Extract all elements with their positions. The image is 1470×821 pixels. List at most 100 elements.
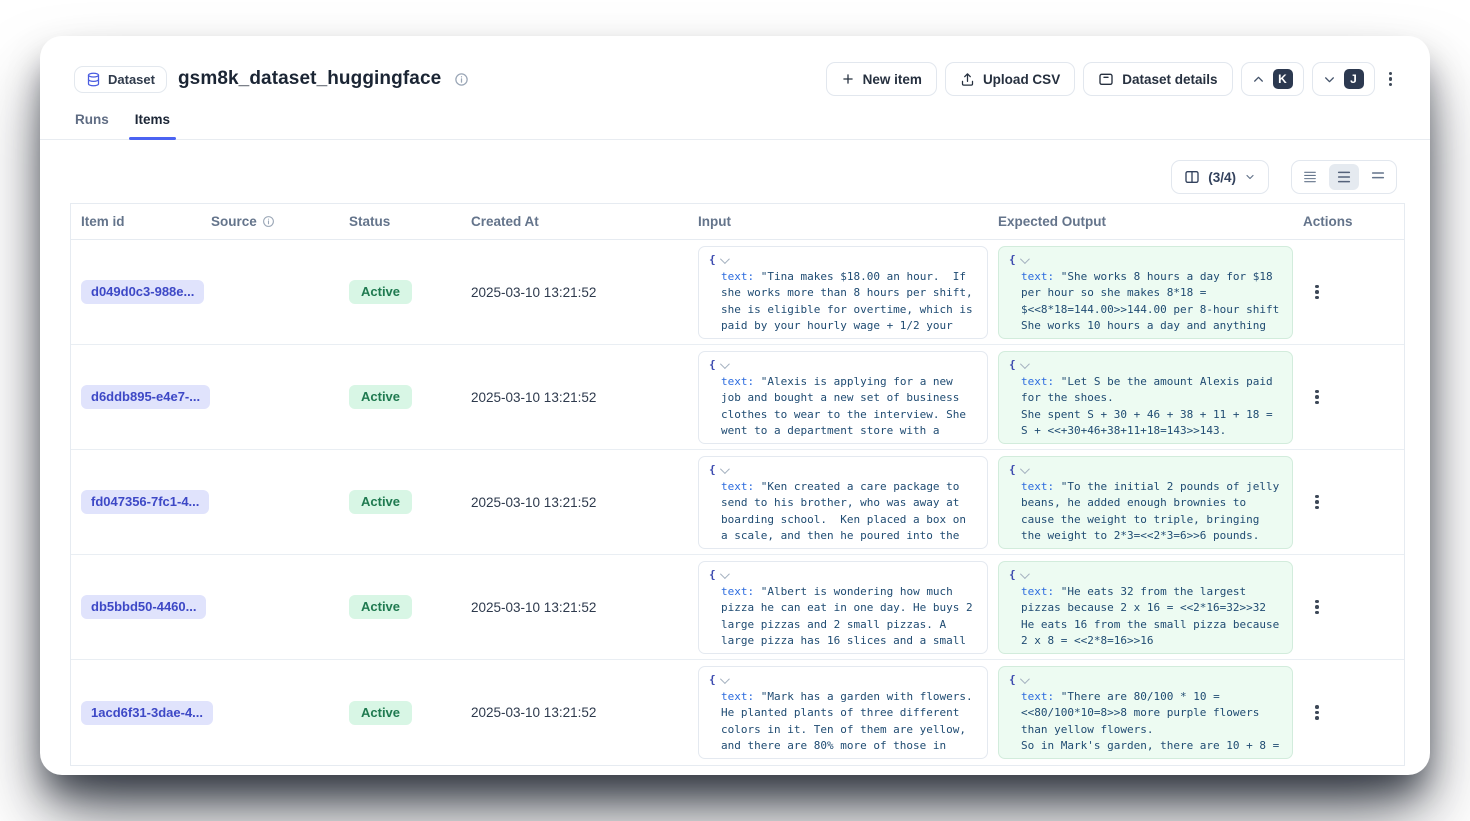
row-actions-button[interactable] [1309, 594, 1325, 621]
collapse-chevron-icon[interactable] [1020, 569, 1030, 579]
json-open-brace: { [1009, 357, 1016, 374]
json-open-brace: { [709, 567, 716, 584]
source-info-icon[interactable] [262, 215, 275, 228]
table-toolbar: (3/4) [40, 160, 1397, 194]
dataset-type-label: Dataset [108, 72, 155, 87]
dataset-type-badge: Dataset [74, 66, 167, 93]
row-height-compact-button[interactable] [1295, 164, 1325, 190]
columns-visibility-button[interactable]: (3/4) [1171, 160, 1269, 194]
collapse-chevron-icon[interactable] [1020, 674, 1030, 684]
tab-items[interactable]: Items [135, 112, 170, 139]
shortcut-badge-j: J [1344, 69, 1364, 89]
plus-icon [841, 72, 855, 86]
input-cell[interactable]: { text: "Mark has a garden with flowers.… [698, 666, 988, 759]
row-height-large-button[interactable] [1363, 164, 1393, 190]
input-cell[interactable]: { text: "Ken created a care package to s… [698, 456, 988, 549]
item-id-badge[interactable]: d6ddb895-e4e7-... [81, 385, 210, 409]
item-id-badge[interactable]: d049d0c3-988e... [81, 280, 204, 304]
json-open-brace: { [709, 462, 716, 479]
next-item-button[interactable]: J [1312, 62, 1375, 96]
column-header-status[interactable]: Status [349, 204, 471, 239]
expected-output-cell[interactable]: { text: "She works 8 hours a day for $18… [998, 246, 1293, 339]
upload-csv-button[interactable]: Upload CSV [945, 62, 1075, 96]
table-row: fd047356-7fc1-4... Active 2025-03-10 13:… [71, 450, 1404, 555]
upload-icon [960, 72, 975, 87]
header-more-actions-button[interactable] [1383, 66, 1399, 93]
column-header-source[interactable]: Source [211, 204, 349, 239]
input-cell[interactable]: { text: "Albert is wondering how much pi… [698, 561, 988, 654]
json-open-brace: { [709, 357, 716, 374]
row-actions-button[interactable] [1309, 279, 1325, 306]
column-header-item-id[interactable]: Item id [71, 204, 211, 239]
status-badge: Active [349, 490, 412, 514]
row-height-default-button[interactable] [1329, 164, 1359, 190]
column-header-actions: Actions [1301, 204, 1406, 239]
created-at-cell: 2025-03-10 13:21:52 [471, 450, 698, 554]
row-actions-button[interactable] [1309, 489, 1325, 516]
chevron-up-icon [1252, 73, 1265, 86]
column-header-input[interactable]: Input [698, 204, 998, 239]
source-cell [211, 555, 349, 659]
column-header-created-at[interactable]: Created At [471, 204, 698, 239]
status-badge: Active [349, 280, 412, 304]
created-at-cell: 2025-03-10 13:21:52 [471, 555, 698, 659]
json-open-brace: { [1009, 672, 1016, 689]
dataset-details-button[interactable]: Dataset details [1083, 62, 1232, 96]
dataset-window: Dataset gsm8k_dataset_huggingface New it… [40, 36, 1430, 775]
collapse-chevron-icon[interactable] [1020, 464, 1030, 474]
chevron-down-icon [1244, 171, 1256, 183]
collapse-chevron-icon[interactable] [720, 359, 730, 369]
table-row: d6ddb895-e4e7-... Active 2025-03-10 13:2… [71, 345, 1404, 450]
source-cell [211, 450, 349, 554]
collapse-chevron-icon[interactable] [720, 464, 730, 474]
collapse-chevron-icon[interactable] [720, 674, 730, 684]
table-body: d049d0c3-988e... Active 2025-03-10 13:21… [71, 240, 1404, 765]
json-open-brace: { [1009, 252, 1016, 269]
column-header-expected-output[interactable]: Expected Output [998, 204, 1301, 239]
table-header: Item id Source Status Created At Input E… [71, 204, 1404, 240]
input-cell[interactable]: { text: "Tina makes $18.00 an hour. If s… [698, 246, 988, 339]
source-cell [211, 345, 349, 449]
expected-output-cell[interactable]: { text: "Let S be the amount Alexis paid… [998, 351, 1293, 444]
tab-runs[interactable]: Runs [75, 112, 109, 139]
created-at-cell: 2025-03-10 13:21:52 [471, 240, 698, 344]
new-item-button[interactable]: New item [826, 62, 937, 96]
database-icon [86, 72, 101, 87]
json-open-brace: { [1009, 567, 1016, 584]
collapse-chevron-icon[interactable] [720, 254, 730, 264]
item-id-badge[interactable]: 1acd6f31-3dae-4... [81, 701, 213, 725]
input-cell[interactable]: { text: "Alexis is applying for a new jo… [698, 351, 988, 444]
title-info-icon[interactable] [454, 72, 469, 87]
expected-output-cell[interactable]: { text: "To the initial 2 pounds of jell… [998, 456, 1293, 549]
json-open-brace: { [1009, 462, 1016, 479]
tab-bar: Runs Items [40, 96, 1430, 140]
items-table: Item id Source Status Created At Input E… [70, 203, 1405, 766]
previous-item-button[interactable]: K [1241, 62, 1304, 96]
source-cell [211, 240, 349, 344]
status-badge: Active [349, 385, 412, 409]
expected-output-cell[interactable]: { text: "There are 80/100 * 10 = <<80/10… [998, 666, 1293, 759]
collapse-chevron-icon[interactable] [720, 569, 730, 579]
collapse-chevron-icon[interactable] [1020, 359, 1030, 369]
columns-count-label: (3/4) [1208, 170, 1236, 185]
item-id-badge[interactable]: fd047356-7fc1-4... [81, 490, 209, 514]
table-row: d049d0c3-988e... Active 2025-03-10 13:21… [71, 240, 1404, 345]
row-actions-button[interactable] [1309, 699, 1325, 726]
chevron-down-icon [1323, 73, 1336, 86]
header: Dataset gsm8k_dataset_huggingface New it… [40, 36, 1430, 96]
row-actions-button[interactable] [1309, 384, 1325, 411]
expected-output-cell[interactable]: { text: "He eats 32 from the largest piz… [998, 561, 1293, 654]
created-at-cell: 2025-03-10 13:21:52 [471, 345, 698, 449]
columns-icon [1184, 169, 1200, 185]
collapse-chevron-icon[interactable] [1020, 254, 1030, 264]
json-open-brace: { [709, 252, 716, 269]
table-row: 1acd6f31-3dae-4... Active 2025-03-10 13:… [71, 660, 1404, 765]
item-id-badge[interactable]: db5bbd50-4460... [81, 595, 206, 619]
density-large-icon [1370, 169, 1386, 185]
page-title: gsm8k_dataset_huggingface [178, 68, 441, 90]
row-height-toggle [1291, 160, 1397, 194]
dataset-details-icon [1098, 71, 1114, 87]
json-open-brace: { [709, 672, 716, 689]
shortcut-badge-k: K [1273, 69, 1293, 89]
source-cell [211, 660, 349, 765]
